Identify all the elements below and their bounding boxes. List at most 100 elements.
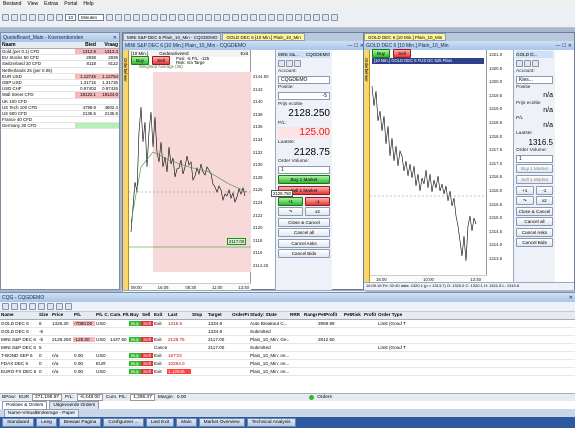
settings-icon[interactable]	[56, 14, 63, 21]
order-row[interactable]: T-BOND SEP 6 0 n/a 0.00 USD Buy Sell Exit 167'23…	[0, 352, 575, 360]
bars-icon[interactable]	[151, 14, 159, 21]
price-axis-sp[interactable]: 2144.50 2142 2140 2138 2136 2134 2132 2130 2128 2…	[251, 50, 275, 290]
double-button-sp[interactable]: x2	[305, 207, 330, 217]
exit-label[interactable]: Exit	[240, 51, 250, 56]
page-tab-main[interactable]: Main	[176, 418, 197, 427]
orders-col-header[interactable]: Sell	[141, 312, 153, 319]
orders-col-header[interactable]: Range	[303, 312, 317, 319]
orders-col-header[interactable]: Cum. P/L	[109, 312, 129, 319]
save-page-button[interactable]: Bewaar Pagina	[58, 418, 102, 427]
horizontal-line-icon[interactable]	[241, 14, 249, 21]
cancel-orders-icon[interactable]	[38, 303, 45, 310]
chart-link-icon[interactable]	[47, 303, 54, 310]
order-buy[interactable]: Buy	[129, 369, 141, 374]
orders-titlebar[interactable]: CQG - CQGDEMO ✕	[0, 293, 575, 302]
col-header-ask[interactable]: Vraag	[97, 42, 119, 48]
orders-col-header[interactable]: OrderPri..	[231, 312, 249, 319]
orders-icon[interactable]	[38, 14, 45, 21]
order-exit[interactable]: Exit	[153, 321, 167, 326]
orders-col-header[interactable]: PetProfit	[317, 312, 343, 319]
plus-one-button-gold[interactable]: +1	[516, 185, 534, 195]
lock-icon[interactable]	[313, 14, 321, 21]
orders-col-header[interactable]: Order Type	[377, 312, 409, 319]
tools-icon[interactable]	[516, 60, 523, 68]
quote-row[interactable]: Germany 30 CFD	[1, 123, 119, 130]
tab-gold-2[interactable]: GOLD DEC 6 [10 Min.] Plain_10_Min	[364, 33, 447, 41]
orders-col-header[interactable]: Name	[0, 312, 38, 319]
close-cancel-button-sp[interactable]: Close & Cancel	[278, 217, 330, 227]
cancel-all-button-gold[interactable]: Cancel all	[516, 217, 553, 227]
reverse-button-sp[interactable]: ↷	[278, 207, 303, 217]
order-sell[interactable]: Sell	[141, 353, 153, 358]
orders-col-header[interactable]: PetRisk	[343, 312, 363, 319]
orders-col-header[interactable]: Target	[207, 312, 231, 319]
ellipse-icon[interactable]	[268, 14, 276, 21]
tools-icon[interactable]	[278, 60, 285, 68]
print-icon[interactable]	[223, 14, 231, 21]
interval-value-select[interactable]: 10	[65, 14, 77, 21]
plot-area-gold[interactable]: Buy Sell [10 Min.] GOLD DEC 6 FUS DC 525…	[370, 49, 487, 282]
orders-col-header[interactable]: Buy	[129, 312, 141, 319]
plus-one-button-sp[interactable]: +1	[278, 196, 303, 206]
reverse-button-gold[interactable]: ↷	[516, 196, 534, 206]
tab-gold[interactable]: GOLD DEC 6 [10 Min.] Plain_10_Min	[222, 33, 305, 41]
order-row[interactable]: MINI S&P DEC 6 -5 2128.250 -125.00 USD 1437.5…	[0, 336, 575, 344]
orders-col-header[interactable]: P/L	[73, 312, 95, 319]
sell-market-button-gold[interactable]: Sell 1 Market	[516, 174, 553, 184]
columns-icon[interactable]	[20, 303, 27, 310]
ladder-icon[interactable]	[286, 60, 293, 68]
order-exit[interactable]: Exit	[153, 337, 167, 342]
order-buy[interactable]: Buy	[129, 353, 141, 358]
order-sell[interactable]: Sell	[141, 337, 153, 342]
layout-icon[interactable]	[331, 14, 339, 21]
template-icon[interactable]	[214, 14, 222, 21]
delete-drawing-icon[interactable]	[304, 14, 312, 21]
arrow-tool-icon[interactable]	[286, 14, 294, 21]
buy-market-button-sp[interactable]: Buy 1 Market	[278, 175, 330, 185]
cancel-asks-button-gold[interactable]: Cancel Asks	[516, 227, 553, 237]
menu-extras[interactable]: Extras	[44, 1, 58, 7]
chart-titlebar-sp[interactable]: MINI S&P DEC 6 [10 Min.] Plain_10_Min - …	[123, 41, 366, 50]
channel-icon[interactable]	[295, 14, 303, 21]
sell-button-gold[interactable]: Sell	[393, 49, 411, 58]
menu-bestand[interactable]: Bestand	[3, 1, 21, 7]
orders-col-header[interactable]: Study: State	[249, 312, 289, 319]
rectangle-icon[interactable]	[259, 14, 267, 21]
grid-icon[interactable]	[196, 14, 204, 21]
cancel-asks-button-sp[interactable]: Cancel Asks	[278, 238, 330, 248]
order-buy[interactable]: Buy	[129, 321, 141, 326]
study-icon[interactable]	[187, 14, 195, 21]
candles-icon[interactable]	[160, 14, 168, 21]
minus-one-button-sp[interactable]: -1	[305, 196, 330, 206]
cancel-all-button-sp[interactable]: Cancel all	[278, 228, 330, 238]
indicator-icon[interactable]	[178, 14, 186, 21]
volume-input-sp[interactable]: 1	[278, 165, 330, 174]
minus-one-button-gold[interactable]: -1	[535, 185, 553, 195]
col-header-name[interactable]: Naam	[1, 42, 75, 48]
cancel-bids-button-sp[interactable]: Cancel Bids	[278, 249, 330, 259]
order-exit[interactable]: Cancel	[153, 345, 167, 350]
page-tab-technical-analysis[interactable]: Technical Analysis	[246, 418, 296, 427]
lock-panel-icon[interactable]	[294, 60, 301, 68]
zoom-in-icon[interactable]	[106, 14, 114, 21]
tab-sp[interactable]: MINI S&P DEC 6 Plain_10_Min - CQGDEMO	[123, 33, 222, 41]
pan-icon[interactable]	[142, 14, 150, 21]
orders-col-header[interactable]: Last	[167, 312, 191, 319]
quoteboard-titlebar[interactable]: QuoteBoard_Main - Koersenbonden ✕	[1, 33, 119, 42]
order-row[interactable]: FDAX DEC 6 0 n/a 0.00 EUR Buy Sell Exit 10264.0 P…	[0, 360, 575, 368]
ladder-icon[interactable]	[524, 60, 531, 68]
flatten-icon[interactable]	[29, 303, 36, 310]
lock-panel-icon[interactable]	[532, 60, 539, 68]
page-tab-standaard[interactable]: Standaard	[2, 418, 35, 427]
orders-col-header[interactable]: Size	[38, 312, 51, 319]
price-axis-gold[interactable]: 1321.0 1320.5 1320.0 1319.5 1319.0 1318.5 1318…	[487, 50, 513, 282]
interval-unit-select[interactable]: Minuten	[78, 14, 105, 21]
order-buy[interactable]: Buy	[129, 361, 141, 366]
order-exit[interactable]: Exit	[153, 361, 167, 366]
orders-col-header[interactable]: Stop	[191, 312, 207, 319]
cancel-bids-button-gold[interactable]: Cancel Bids	[516, 238, 553, 248]
order-sell[interactable]: Sell	[141, 369, 153, 374]
positions-grid-icon[interactable]	[2, 303, 9, 310]
volume-icon[interactable]	[205, 14, 213, 21]
orders-col-header[interactable]: Profit	[363, 312, 377, 319]
